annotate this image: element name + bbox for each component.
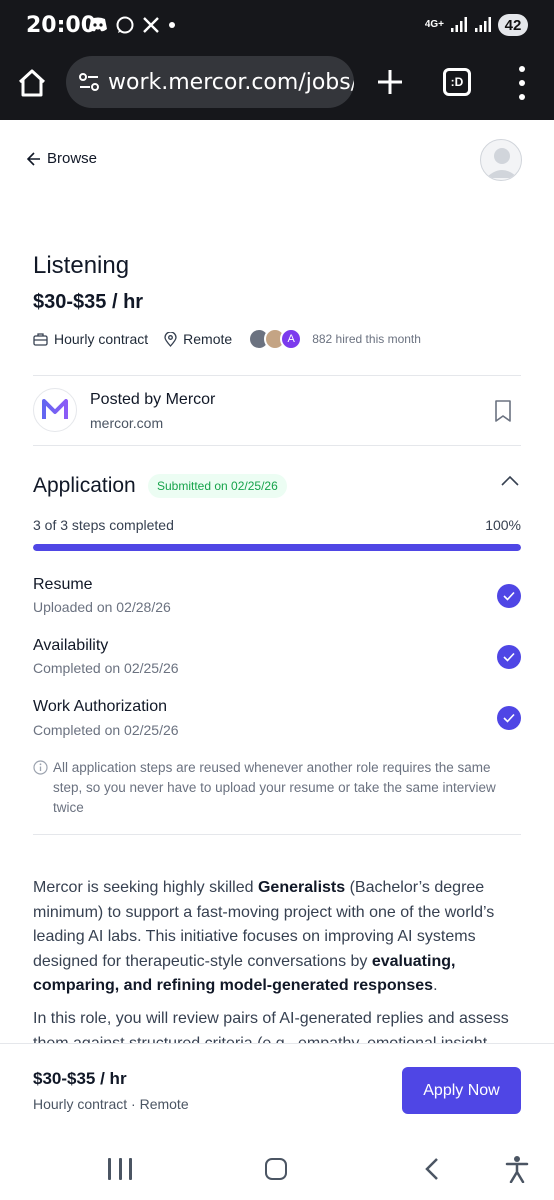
check-icon (497, 706, 521, 730)
divider (33, 445, 521, 446)
user-avatar[interactable] (480, 139, 522, 181)
description-emphasis: Generalists (257, 879, 346, 896)
footer-meta: Hourly contract · Remote (33, 1096, 189, 1112)
accessibility-icon[interactable] (505, 1155, 529, 1183)
site-settings-icon[interactable] (78, 71, 100, 93)
dot-icon (169, 22, 175, 28)
tab-switcher-button[interactable]: :D (443, 68, 471, 96)
step-subtitle: Completed on 02/25/26 (33, 660, 179, 676)
info-text: All application steps are reused wheneve… (53, 760, 496, 815)
apply-now-button[interactable]: Apply Now (402, 1067, 521, 1114)
mercor-logo (33, 388, 77, 432)
chevron-up-icon[interactable] (500, 474, 520, 488)
system-icons: 4G+ 42 (425, 14, 528, 36)
x-icon (143, 17, 159, 33)
notification-icons (88, 16, 176, 34)
browser-menu-icon[interactable] (508, 66, 536, 100)
step-subtitle: Completed on 02/25/26 (33, 722, 179, 738)
bookmark-icon[interactable] (493, 400, 513, 422)
url-text: work.mercor.com/jobs/lis (108, 69, 354, 95)
job-description: Mercor is seeking highly skilled General… (33, 876, 523, 999)
back-icon[interactable] (422, 1157, 442, 1181)
progress-percent: 100% (485, 517, 521, 533)
check-icon (497, 645, 521, 669)
step-title: Resume (33, 576, 93, 593)
recents-icon[interactable] (108, 1158, 132, 1180)
description-text: Mercor is seeking highly skilled (33, 879, 258, 896)
poster-name: Posted by Mercor (90, 391, 216, 408)
description-text: . (433, 977, 438, 994)
network-indicator: 4G+ (424, 19, 444, 30)
location-label: Remote (183, 331, 233, 347)
poster-domain[interactable]: mercor.com (90, 415, 163, 431)
step-title: Availability (33, 637, 109, 654)
divider (33, 834, 521, 835)
status-time: 20:00 (26, 13, 97, 38)
home-nav-icon[interactable] (265, 1158, 287, 1180)
application-title: Application (33, 474, 136, 497)
browser-toolbar: work.mercor.com/jobs/lis :D (0, 50, 554, 120)
browse-back-link[interactable]: Browse (27, 150, 97, 167)
user-avatar-icon (486, 148, 518, 178)
mercor-logo-icon (42, 399, 68, 419)
check-icon (497, 584, 521, 608)
location-pin-icon (164, 331, 177, 347)
step-subtitle: Uploaded on 02/28/26 (33, 599, 171, 615)
contract-type-label: Hourly contract (54, 331, 149, 347)
arrow-left-icon (27, 151, 40, 166)
steps-label: 3 of 3 steps completed (33, 517, 174, 533)
home-icon[interactable] (16, 67, 48, 99)
hired-count: 882 hired this month (312, 332, 421, 346)
hired-avatars: A (248, 328, 303, 350)
new-tab-icon[interactable] (374, 66, 406, 98)
whatsapp-icon (116, 16, 134, 34)
location: Remote (164, 331, 232, 347)
info-icon (33, 760, 48, 775)
system-nav-bar (0, 1141, 554, 1200)
footer-rate: $30-$35 / hr (33, 1069, 127, 1088)
job-rate: $30-$35 / hr (33, 291, 144, 313)
briefcase-icon (33, 333, 48, 346)
battery-indicator: 42 (498, 14, 528, 36)
address-bar[interactable]: work.mercor.com/jobs/lis (66, 56, 354, 108)
signal-icon (451, 17, 467, 32)
submitted-badge: Submitted on 02/25/26 (148, 474, 287, 498)
job-title: Listening (33, 252, 130, 279)
hired-avatar: A (280, 328, 303, 350)
progress-bar-fill (33, 544, 521, 551)
browse-label: Browse (47, 150, 98, 167)
status-bar: 20:00 4G+ 42 (0, 0, 554, 50)
contract-type: Hourly contract (33, 331, 148, 347)
signal-icon-2 (475, 17, 491, 32)
apply-footer: $30-$35 / hr Hourly contract · Remote Ap… (0, 1043, 554, 1141)
progress-bar (33, 544, 521, 551)
discord-icon (89, 17, 107, 32)
divider (33, 375, 521, 376)
job-meta-row: Hourly contract Remote A 882 hired this … (33, 326, 421, 352)
step-title: Work Authorization (33, 698, 167, 715)
